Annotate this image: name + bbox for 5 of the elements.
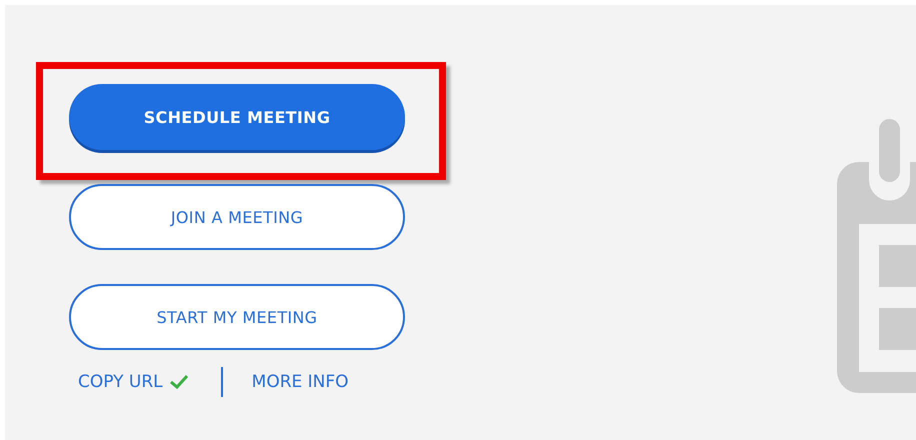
meeting-button[interactable]: SCHEDULE MEETING <box>69 84 405 150</box>
meeting-button[interactable]: START MY MEETING <box>69 284 405 350</box>
text-link[interactable]: COPY URL <box>78 372 189 392</box>
meeting-button[interactable]: JOIN A MEETING <box>69 184 405 250</box>
text-link[interactable]: MORE INFO <box>252 372 349 392</box>
